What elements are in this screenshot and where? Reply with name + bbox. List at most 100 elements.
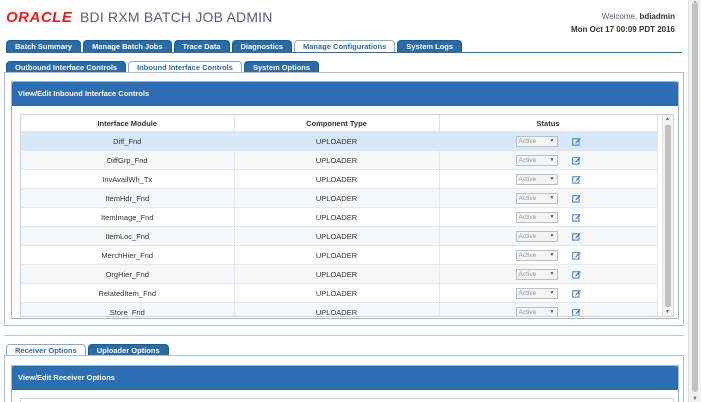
status-cell: Active ▼ <box>439 150 658 170</box>
chevron-down-icon: ▼ <box>549 251 555 258</box>
component-type-cell: UPLOADER <box>234 150 440 170</box>
app-title: BDI RXM BATCH JOB ADMIN <box>80 9 273 25</box>
component-type-cell: UPLOADER <box>234 188 440 208</box>
section-divider <box>4 335 684 336</box>
chevron-down-icon: ▼ <box>549 175 555 182</box>
inbound-controls-panel: View/Edit Inbound Interface Controls Int… <box>11 81 679 319</box>
status-select-value: Active <box>518 270 537 278</box>
component-type-cell: UPLOADER <box>234 245 440 265</box>
table-row[interactable]: MerchHier_Fnd UPLOADER Active ▼ <box>21 245 658 265</box>
grid-scroll-thumb[interactable] <box>665 125 671 307</box>
inbound-table-body: Diff_Fnd UPLOADER Active ▼ DiffGrp_Fnd UPLOAD… <box>21 131 658 317</box>
grid-scroll-up-icon[interactable]: ▲ <box>665 116 670 122</box>
table-row[interactable]: Store_Fnd UPLOADER Active ▼ <box>21 302 658 317</box>
component-type-cell: UPLOADER <box>234 169 440 189</box>
interface-module-cell: RelatedItem_Fnd <box>21 283 235 303</box>
edit-icon[interactable] <box>571 137 581 146</box>
edit-icon[interactable] <box>571 194 581 203</box>
status-select-value: Active <box>518 156 537 164</box>
status-cell: Active ▼ <box>439 302 658 317</box>
component-type-cell: UPLOADER <box>234 226 440 246</box>
edit-icon[interactable] <box>571 251 581 260</box>
status-select[interactable]: Active ▼ <box>515 268 558 280</box>
edit-icon[interactable] <box>571 175 581 184</box>
edit-icon[interactable] <box>571 270 581 279</box>
main-tabs: Batch Summary Manage Batch Jobs Trace Da… <box>6 40 463 52</box>
tab-manage-batch-jobs[interactable]: Manage Batch Jobs <box>83 40 172 52</box>
oracle-logo: ORACLE <box>6 9 73 26</box>
inbound-panel-title: View/Edit Inbound Interface Controls <box>12 82 678 106</box>
chevron-down-icon: ▼ <box>549 289 555 296</box>
status-select[interactable]: Active ▼ <box>515 211 558 223</box>
tab-diagnostics[interactable]: Diagnostics <box>231 40 293 52</box>
status-cell: Active ▼ <box>439 283 658 303</box>
interface-module-cell: OrgHier_Fnd <box>21 264 235 284</box>
status-select[interactable]: Active ▼ <box>515 135 558 147</box>
grid-scroll-down-icon[interactable]: ▼ <box>665 309 670 315</box>
status-select-value: Active <box>518 251 537 259</box>
status-select[interactable]: Active ▼ <box>515 249 558 261</box>
inbound-controls-grid: Interface Module Component Type Status D… <box>20 114 674 317</box>
interface-module-cell: InvAvailWh_Tx <box>21 169 235 189</box>
tab-manage-configurations[interactable]: Manage Configurations <box>294 40 396 52</box>
table-row[interactable]: Diff_Fnd UPLOADER Active ▼ <box>21 131 658 151</box>
table-row[interactable]: InvAvailWh_Tx UPLOADER Active ▼ <box>21 169 658 189</box>
table-row[interactable]: ItemLoc_Fnd UPLOADER Active ▼ <box>21 226 658 246</box>
status-select[interactable]: Active ▼ <box>515 192 558 204</box>
grid-scrollbar[interactable]: ▲ ▼ <box>662 115 673 316</box>
chevron-down-icon: ▼ <box>549 270 555 277</box>
table-row[interactable]: ItemHdr_Fnd UPLOADER Active ▼ <box>21 188 658 208</box>
status-select-value: Active <box>518 232 537 240</box>
status-cell: Active ▼ <box>439 264 658 284</box>
component-type-cell: UPLOADER <box>234 283 440 303</box>
inbound-controls-container: View/Edit Inbound Interface Controls Int… <box>4 72 684 326</box>
receiver-panel-title: View/Edit Receiver Options <box>12 366 678 390</box>
status-select-value: Active <box>518 194 537 202</box>
table-row[interactable]: RelatedItem_Fnd UPLOADER Active ▼ <box>21 283 658 303</box>
chevron-down-icon: ▼ <box>549 308 555 315</box>
app-header: ORACLE BDI RXM BATCH JOB ADMIN Welcome, … <box>0 0 688 36</box>
tab-batch-summary[interactable]: Batch Summary <box>6 40 82 52</box>
edit-icon[interactable] <box>571 289 581 298</box>
status-cell: Active ▼ <box>439 226 658 246</box>
status-select[interactable]: Active ▼ <box>515 173 558 185</box>
column-header-status[interactable]: Status <box>439 115 658 132</box>
welcome-text: Welcome, bdiadmin <box>602 12 675 21</box>
main-tabs-divider <box>6 52 682 53</box>
chevron-down-icon: ▼ <box>549 137 555 144</box>
status-select[interactable]: Active ▼ <box>515 154 558 166</box>
page-scroll-down-icon[interactable]: ▼ <box>692 396 698 402</box>
status-cell: Active ▼ <box>439 245 658 265</box>
receiver-options-container: View/Edit Receiver Options <box>4 355 684 402</box>
status-select[interactable]: Active ▼ <box>515 230 558 242</box>
status-cell: Active ▼ <box>439 131 658 151</box>
component-type-cell: UPLOADER <box>234 302 440 316</box>
status-select[interactable]: Active ▼ <box>515 306 558 316</box>
column-header-interface-module[interactable]: Interface Module <box>21 115 235 132</box>
tab-trace-data[interactable]: Trace Data <box>173 40 230 52</box>
page-scroll-thumb[interactable] <box>692 2 698 392</box>
status-select-value: Active <box>518 175 537 183</box>
table-row[interactable]: ItemImage_Fnd UPLOADER Active ▼ <box>21 207 658 227</box>
status-select[interactable]: Active ▼ <box>515 287 558 299</box>
status-select-value: Active <box>518 213 537 221</box>
interface-module-cell: MerchHier_Fnd <box>21 245 235 265</box>
interface-module-cell: Store_Fnd <box>21 302 235 316</box>
table-row[interactable]: OrgHier_Fnd UPLOADER Active ▼ <box>21 264 658 284</box>
interface-module-cell: DiffGrp_Fnd <box>21 150 235 170</box>
chevron-down-icon: ▼ <box>549 232 555 239</box>
edit-icon[interactable] <box>571 308 581 317</box>
chevron-down-icon: ▼ <box>549 213 555 220</box>
column-header-component-type[interactable]: Component Type <box>234 115 440 132</box>
page-scrollbar[interactable]: ▲ ▼ <box>688 0 701 402</box>
interface-module-cell: Diff_Fnd <box>21 131 235 151</box>
edit-icon[interactable] <box>571 213 581 222</box>
username[interactable]: bdiadmin <box>639 12 675 21</box>
tab-system-logs[interactable]: System Logs <box>397 40 463 52</box>
table-row[interactable]: DiffGrp_Fnd UPLOADER Active ▼ <box>21 150 658 170</box>
status-cell: Active ▼ <box>439 207 658 227</box>
edit-icon[interactable] <box>571 156 581 165</box>
inbound-controls-table: Interface Module Component Type Status D… <box>21 115 658 317</box>
page: ORACLE BDI RXM BATCH JOB ADMIN Welcome, … <box>0 0 688 402</box>
edit-icon[interactable] <box>571 232 581 241</box>
